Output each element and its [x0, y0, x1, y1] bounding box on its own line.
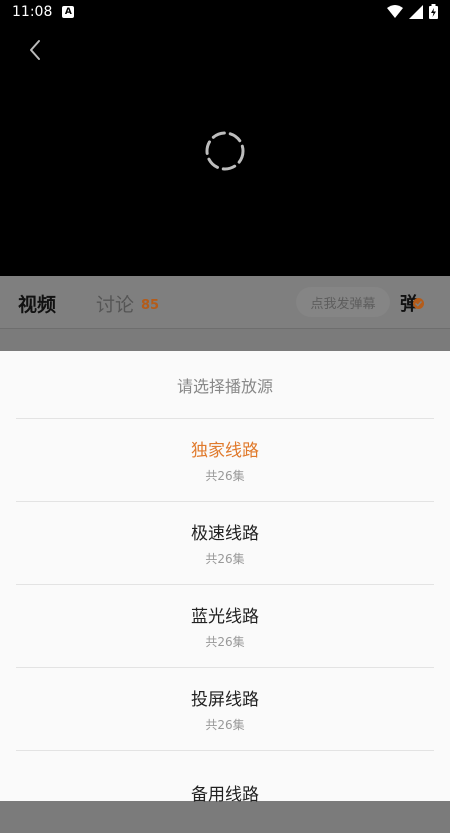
- video-player[interactable]: [0, 24, 450, 276]
- source-name: 独家线路: [191, 441, 259, 461]
- battery-charging-icon: [429, 4, 438, 19]
- signal-icon: [409, 4, 423, 19]
- source-item-cast[interactable]: 投屏线路 共26集: [0, 668, 450, 750]
- source-picker-sheet: 请选择播放源 独家线路 共26集 极速线路 共26集 蓝光线路 共26集 投屏线…: [0, 351, 450, 805]
- source-item-fast[interactable]: 极速线路 共26集: [0, 502, 450, 584]
- discuss-count-badge: 85: [141, 298, 160, 313]
- source-item-exclusive[interactable]: 独家线路 共26集: [0, 419, 450, 501]
- source-item-backup[interactable]: 备用线路: [0, 751, 450, 833]
- loading-spinner-icon: [205, 131, 245, 171]
- status-time: 11:08: [12, 4, 53, 20]
- danmaku-check-icon: [413, 298, 424, 309]
- source-episode-count: 共26集: [205, 552, 245, 566]
- source-item-bluray[interactable]: 蓝光线路 共26集: [0, 585, 450, 667]
- tab-video[interactable]: 视频: [18, 290, 56, 317]
- tab-discuss[interactable]: 讨论: [96, 290, 134, 317]
- notification-icon: A: [62, 6, 75, 18]
- source-episode-count: 共26集: [205, 469, 245, 483]
- status-icons: [387, 4, 438, 19]
- status-bar: 11:08 A: [0, 0, 450, 24]
- back-arrow-icon[interactable]: [22, 36, 50, 64]
- source-name: 投屏线路: [191, 690, 259, 710]
- tab-bar: 视频 讨论 85 点我发弹幕 弹: [0, 276, 450, 329]
- source-episode-count: 共26集: [205, 718, 245, 732]
- source-episode-count: 共26集: [205, 635, 245, 649]
- danmaku-input[interactable]: 点我发弹幕: [296, 287, 390, 317]
- source-name: 蓝光线路: [191, 607, 259, 627]
- sheet-title: 请选择播放源: [176, 376, 273, 396]
- wifi-icon: [387, 4, 403, 18]
- source-name: 极速线路: [191, 524, 259, 544]
- content-overlay[interactable]: [0, 329, 450, 351]
